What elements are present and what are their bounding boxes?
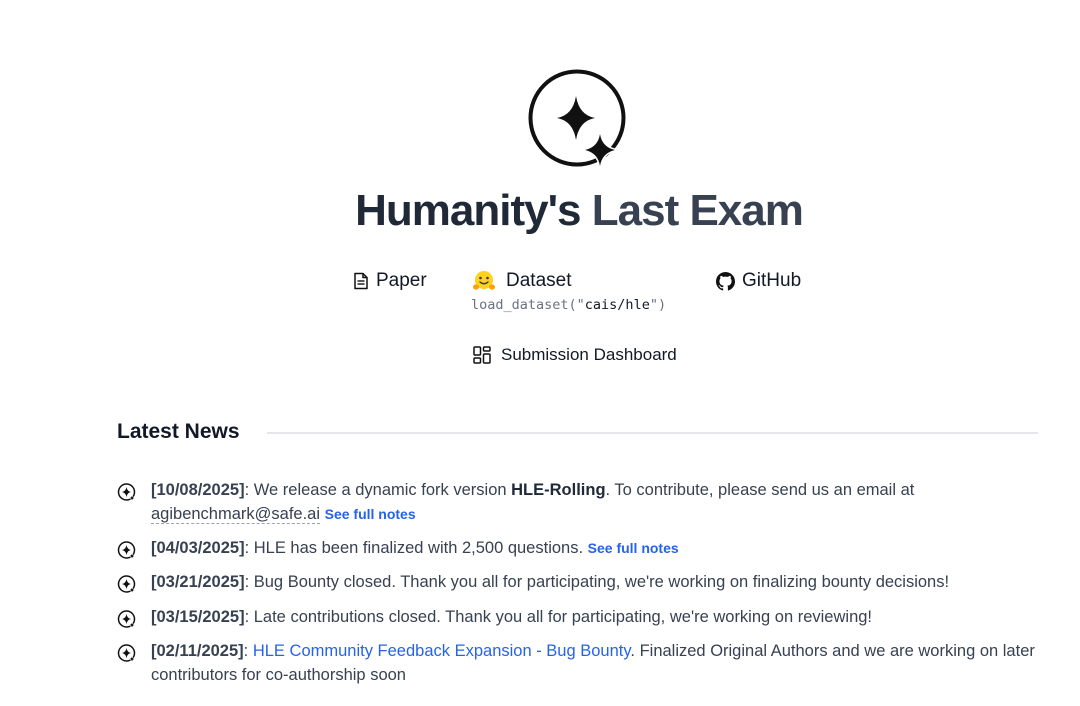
latest-news-heading: Latest News: [117, 420, 240, 443]
dataset-link-label: Dataset: [506, 270, 572, 291]
news-date: [03/21/2025]: [151, 573, 245, 591]
title-part-2: Last Exam: [591, 186, 804, 235]
hugging-face-icon: [473, 271, 495, 290]
dashboard-grid-icon: [473, 346, 491, 364]
paper-link[interactable]: Paper: [353, 270, 427, 292]
title-part-1: Humanity's: [355, 186, 581, 235]
submission-dashboard-link[interactable]: Submission Dashboard: [473, 345, 677, 365]
news-date: [03/15/2025]: [151, 608, 245, 626]
dataset-link[interactable]: Dataset: [472, 270, 571, 292]
news-date: [02/11/2025]: [151, 642, 244, 660]
news-date: [10/08/2025]: [151, 481, 245, 499]
news-item: [02/11/2025]: HLE Community Feedback Exp…: [117, 639, 1047, 687]
news-bullet-icon: [117, 644, 136, 662]
code-prefix: load_dataset(": [471, 297, 585, 313]
see-full-notes-link[interactable]: See full notes: [588, 540, 679, 556]
paper-link-label: Paper: [376, 270, 427, 291]
news-text: : HLE has been finalized with 2,500 ques…: [244, 539, 584, 557]
github-link[interactable]: GitHub: [716, 270, 801, 292]
news-bullet-icon: [117, 610, 136, 628]
dataset-load-code: load_dataset("cais/hle"): [471, 297, 666, 313]
github-icon: [716, 271, 735, 291]
news-divider: [267, 432, 1038, 434]
document-icon: [354, 272, 368, 290]
news-text: : Late contributions closed. Thank you a…: [244, 608, 873, 626]
submission-dashboard-label: Submission Dashboard: [501, 345, 677, 364]
news-item: [10/08/2025]: We release a dynamic fork …: [117, 478, 1047, 526]
news-date: [04/03/2025]: [151, 539, 245, 557]
sparkle-circle-icon: [528, 69, 626, 168]
news-text: :: [243, 642, 253, 660]
news-item: [03/21/2025]: Bug Bounty closed. Thank y…: [117, 570, 1077, 594]
hle-rolling-label: HLE-Rolling: [511, 481, 606, 499]
news-bullet-icon: [117, 483, 136, 501]
see-full-notes-link[interactable]: See full notes: [325, 506, 416, 522]
email-link[interactable]: agibenchmark@safe.ai: [151, 505, 321, 524]
news-bullet-icon: [117, 575, 136, 593]
news-text: : Bug Bounty closed. Thank you all for p…: [244, 573, 950, 591]
news-bullet-icon: [117, 541, 136, 559]
code-arg: cais/hle: [584, 297, 650, 313]
news-text: . To contribute, please send us an email…: [605, 481, 915, 499]
page-title: Humanity's Last Exam: [0, 186, 1080, 236]
github-link-label: GitHub: [742, 270, 802, 291]
bug-bounty-link[interactable]: HLE Community Feedback Expansion - Bug B…: [253, 642, 631, 660]
code-suffix: "): [649, 297, 667, 313]
news-text: : We release a dynamic fork version: [244, 481, 512, 499]
news-item: [04/03/2025]: HLE has been finalized wit…: [117, 536, 1047, 560]
news-item: [03/15/2025]: Late contributions closed.…: [117, 605, 1047, 629]
